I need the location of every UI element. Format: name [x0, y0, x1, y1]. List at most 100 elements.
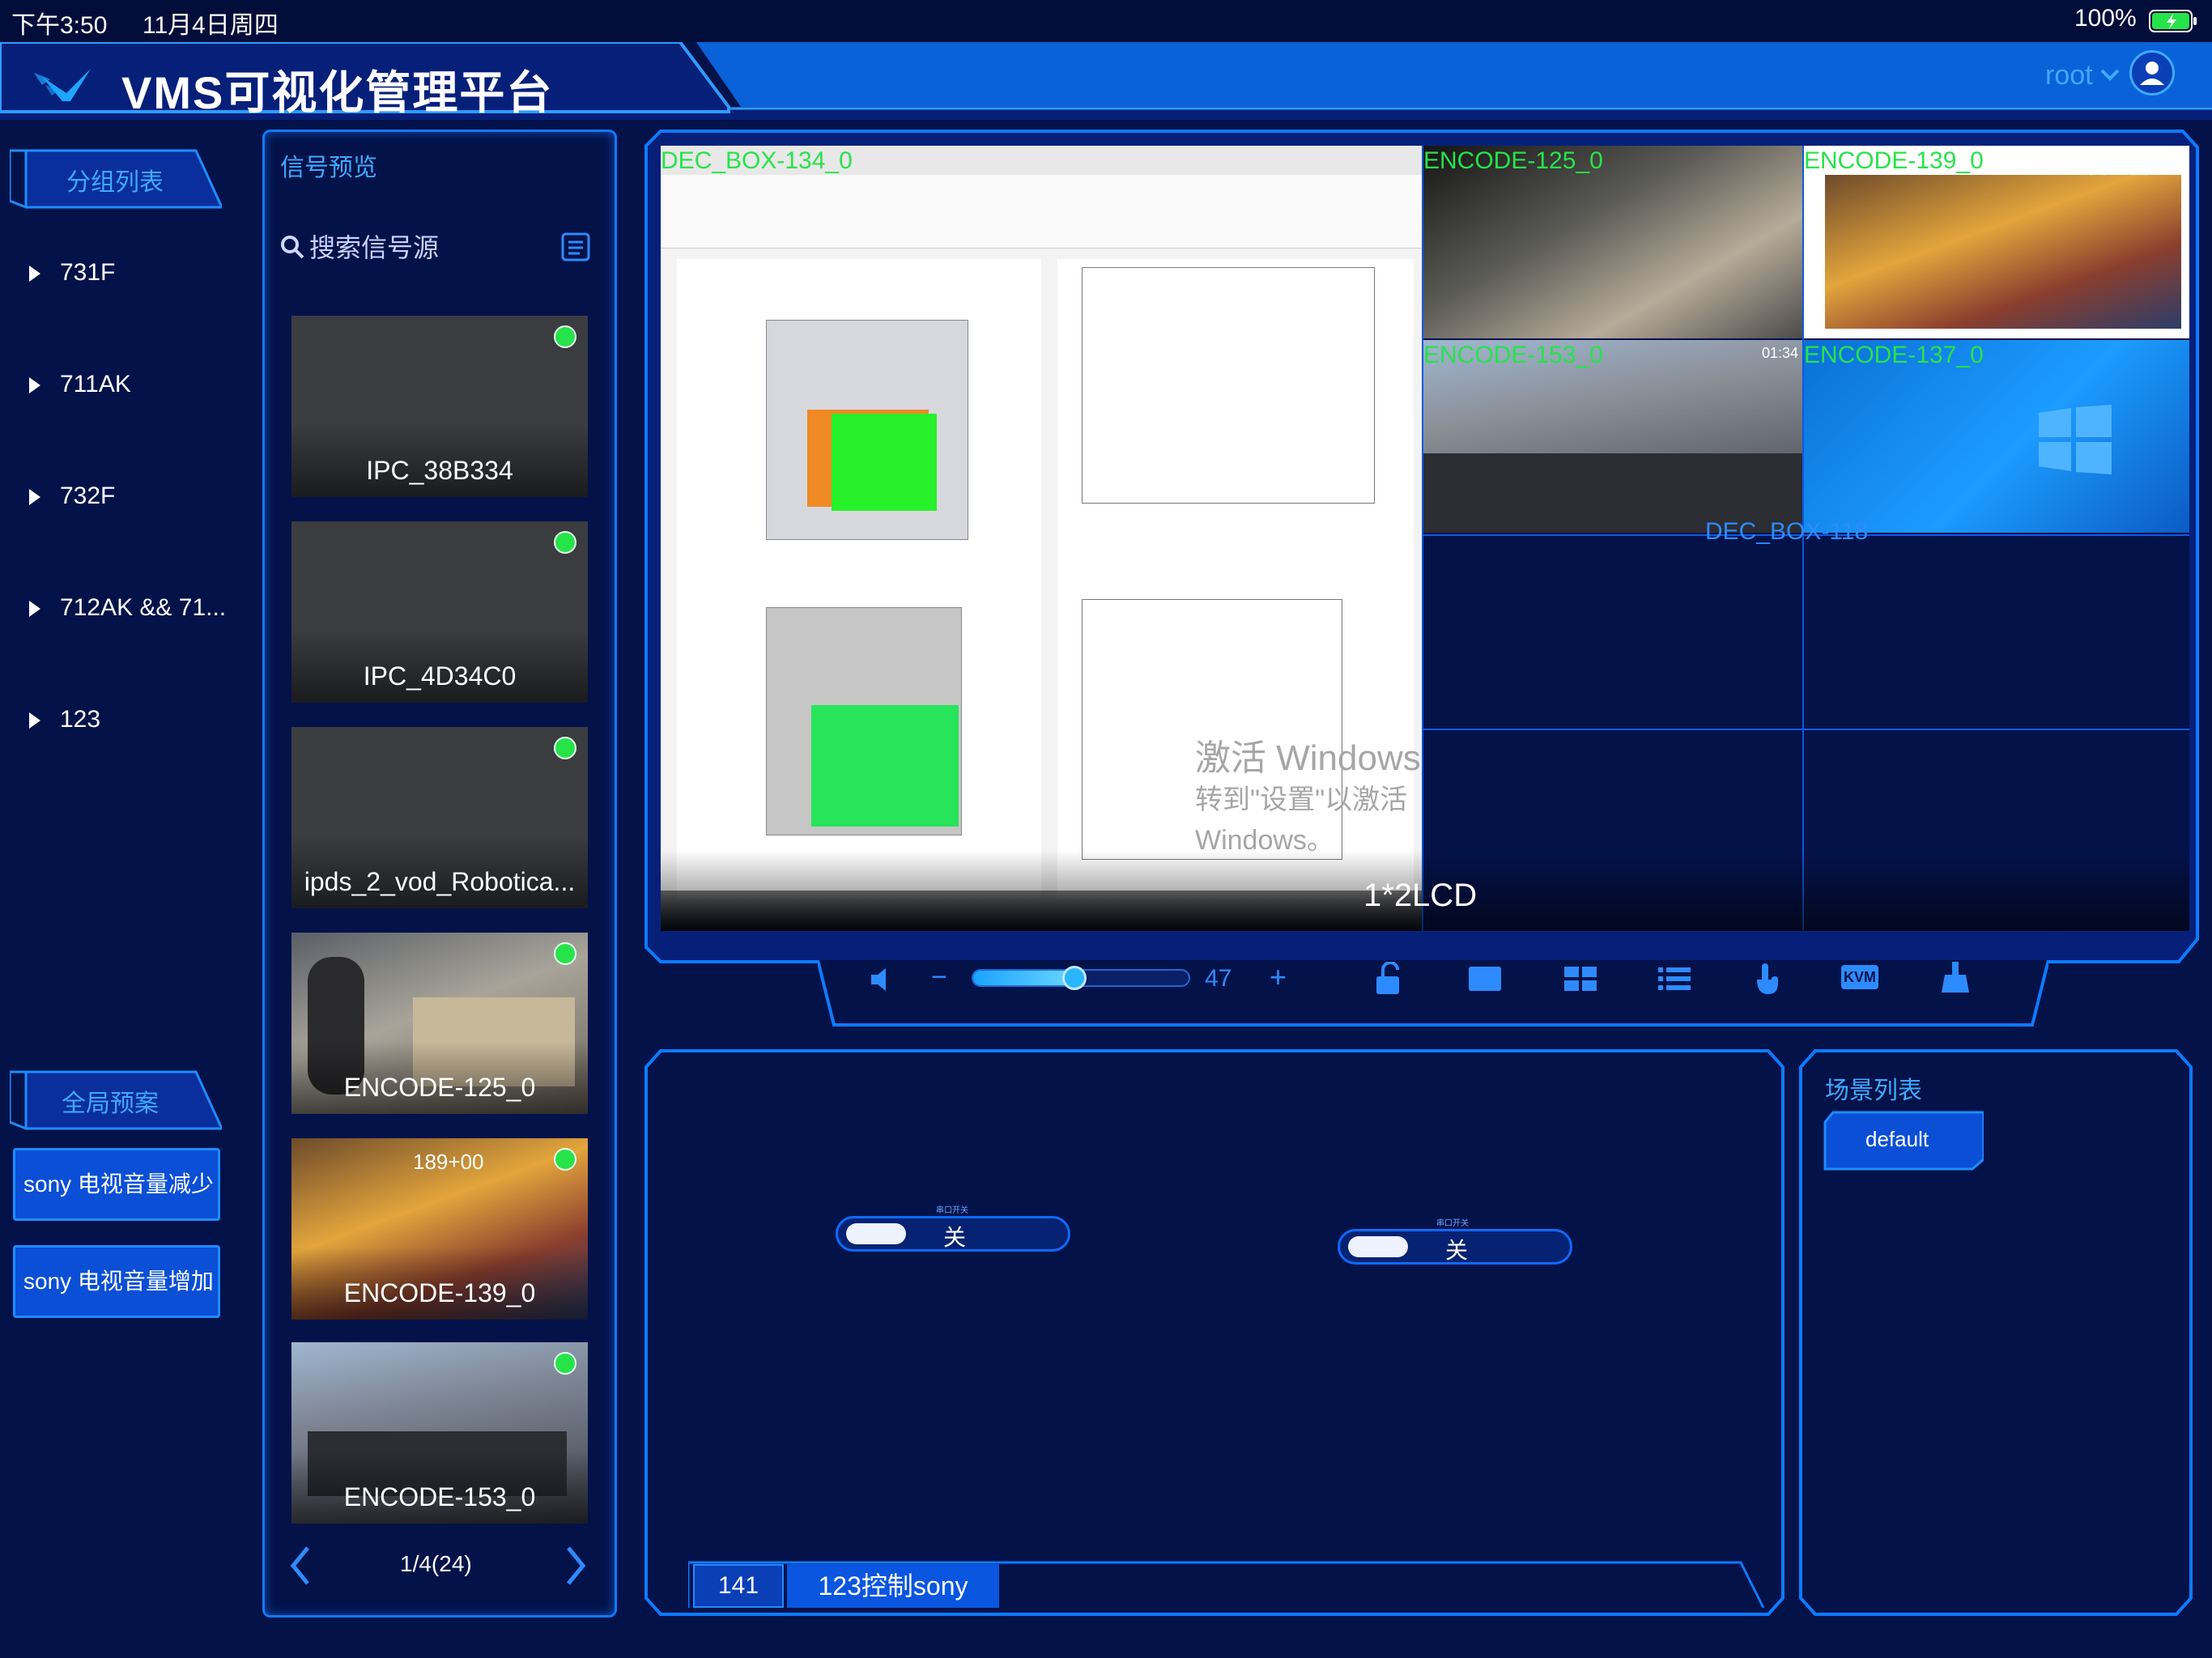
volume-minus-button[interactable]: −	[931, 962, 947, 993]
video-wall[interactable]: DEC_BOX-134_0 激活 Windows 转到"设置"以激活 Windo…	[661, 146, 2189, 931]
caret-right-icon	[29, 712, 40, 729]
plan-button-volume-up[interactable]: sony 电视音量增加	[13, 1245, 220, 1318]
signal-source-label: ENCODE-153_0	[343, 1482, 536, 1511]
cell-overlay-text: 189+00	[2071, 154, 2153, 181]
group-item-label: 123	[60, 706, 101, 733]
grid-layout-icon[interactable]	[1563, 965, 1598, 997]
signal-source-card[interactable]: IPC_38B334	[291, 316, 588, 497]
battery-percent: 100%	[2074, 5, 2137, 32]
group-item-label: 712AK && 71...	[60, 594, 227, 621]
online-status-dot	[554, 531, 576, 554]
wall-window-label: DEC_BOX-118	[1705, 518, 1869, 545]
online-status-dot	[554, 1352, 576, 1375]
doc-screenshot-green	[811, 705, 959, 827]
online-status-dot	[554, 737, 576, 759]
online-status-dot	[554, 1148, 576, 1171]
group-item-label: 732F	[60, 483, 116, 509]
doc-screenshot-green	[832, 414, 937, 511]
volume-value: 47	[1205, 965, 1232, 992]
doc-page-right: 激活 Windows 转到"设置"以激活 Windows。	[1057, 259, 1421, 899]
tab-global-plans[interactable]: 全局预案	[10, 1065, 222, 1130]
chevron-left-icon[interactable]	[288, 1545, 313, 1591]
chevron-right-icon[interactable]	[564, 1545, 588, 1591]
wall-window-label: DEC_BOX-134_0	[661, 147, 853, 174]
wall-cell-label: ENCODE-139_0	[1804, 147, 1984, 174]
main-video-window[interactable]: DEC_BOX-134_0 激活 Windows 转到"设置"以激活 Windo…	[661, 146, 1422, 931]
scene-item-default[interactable]: default	[1822, 1111, 1984, 1171]
wall-cell[interactable]: ENCODE-153_0 01:34	[1423, 340, 1802, 533]
signal-source-label: IPC_4D34C0	[363, 661, 517, 691]
wall-cell[interactable]: ENCODE-139_0 189+00	[1804, 146, 2189, 338]
status-time: 下午3:50	[11, 12, 108, 39]
status-bar: 下午3:50 11月4日周四 100%	[0, 0, 2212, 42]
signal-source-card[interactable]: ENCODE-125_0	[291, 933, 588, 1114]
group-item[interactable]: 731F	[29, 259, 115, 287]
caret-right-icon	[29, 377, 40, 394]
volume-slider-knob[interactable]	[1062, 966, 1087, 990]
signal-source-card[interactable]: ipds_2_vod_Robotica...	[291, 727, 588, 908]
signal-source-card[interactable]: ENCODE-153_0	[291, 1342, 588, 1524]
wall-cell-label: ENCODE-137_0	[1804, 342, 1984, 368]
clear-broom-icon[interactable]	[1938, 960, 1972, 998]
wall-cell[interactable]: ENCODE-125_0	[1423, 146, 1802, 338]
switch-state-label: 关	[943, 1225, 967, 1250]
unlock-icon[interactable]	[1373, 961, 1409, 1000]
online-status-dot	[554, 942, 576, 965]
wall-cell[interactable]: ENCODE-137_0	[1804, 340, 2189, 533]
group-item[interactable]: 712AK && 71...	[29, 594, 226, 622]
signal-source-label: IPC_38B334	[366, 456, 513, 485]
switch-caption: 串口开关	[936, 1206, 968, 1215]
group-item[interactable]: 732F	[29, 483, 115, 510]
volume-plus-button[interactable]: +	[1270, 960, 1287, 994]
pagination-text: 1/4(24)	[400, 1551, 472, 1576]
plan-button-volume-down[interactable]: sony 电视音量减少	[13, 1148, 220, 1221]
group-item[interactable]: 711AK	[29, 371, 131, 398]
battery-icon	[2149, 10, 2197, 32]
tab-sony-control[interactable]: 123控制sony	[787, 1564, 999, 1608]
scene-item-label: default	[1865, 1127, 1929, 1151]
signal-source-card[interactable]: IPC_4D34C0	[291, 521, 588, 703]
doc-page-left	[677, 259, 1041, 899]
list-icon[interactable]	[560, 232, 591, 266]
caret-right-icon	[29, 489, 40, 506]
signal-source-label: ipds_2_vod_Robotica...	[304, 867, 576, 896]
logo-icon	[34, 65, 99, 109]
search-input[interactable]	[308, 228, 554, 267]
user-menu[interactable]: root	[2045, 60, 2093, 91]
tab-141[interactable]: 141	[693, 1564, 784, 1608]
touch-icon[interactable]	[1750, 962, 1783, 1000]
wall-cell-video	[1825, 175, 2181, 329]
tab-group-list[interactable]: 分组列表	[10, 144, 222, 209]
windows-watermark-title: 激活 Windows	[1195, 738, 1421, 778]
switch-knob	[846, 1223, 906, 1244]
single-screen-icon[interactable]	[1467, 965, 1503, 997]
doc-toolbar	[661, 175, 1422, 249]
tab-global-plans-label: 全局预案	[62, 1090, 159, 1117]
card-overlay-text: 189+00	[413, 1150, 484, 1174]
windows-logo-icon	[2039, 405, 2112, 478]
windows-watermark-text: 转到"设置"以激活	[1195, 784, 1408, 815]
volume-slider[interactable]	[972, 966, 1190, 990]
tab-group-list-label: 分组列表	[66, 169, 164, 196]
cell-timestamp: 01:34	[1762, 345, 1799, 361]
volume-slider-fill	[973, 971, 1075, 985]
status-date: 11月4日周四	[143, 12, 279, 39]
serial-port-switch[interactable]: 关	[836, 1216, 1070, 1252]
switch-knob	[1348, 1236, 1408, 1257]
group-item-label: 731F	[60, 259, 116, 286]
caret-right-icon	[29, 601, 40, 618]
speaker-icon[interactable]	[868, 965, 900, 998]
scene-list-title: 场景列表	[1825, 1078, 1922, 1104]
doc-table	[1082, 267, 1375, 504]
list-view-icon[interactable]	[1657, 965, 1692, 997]
doc-screenshot	[766, 320, 968, 540]
kvm-button[interactable]: KVM	[1841, 965, 1878, 989]
serial-port-switch[interactable]: 关	[1338, 1229, 1572, 1265]
group-item[interactable]: 123	[29, 706, 100, 733]
signal-source-card[interactable]: 189+00 ENCODE-139_0	[291, 1138, 588, 1320]
switch-state-label: 关	[1445, 1238, 1469, 1263]
chevron-down-icon[interactable]	[2099, 65, 2121, 91]
avatar[interactable]	[2129, 50, 2175, 96]
signal-source-label: ENCODE-125_0	[343, 1073, 536, 1102]
switch-caption: 串口开关	[1436, 1219, 1469, 1228]
